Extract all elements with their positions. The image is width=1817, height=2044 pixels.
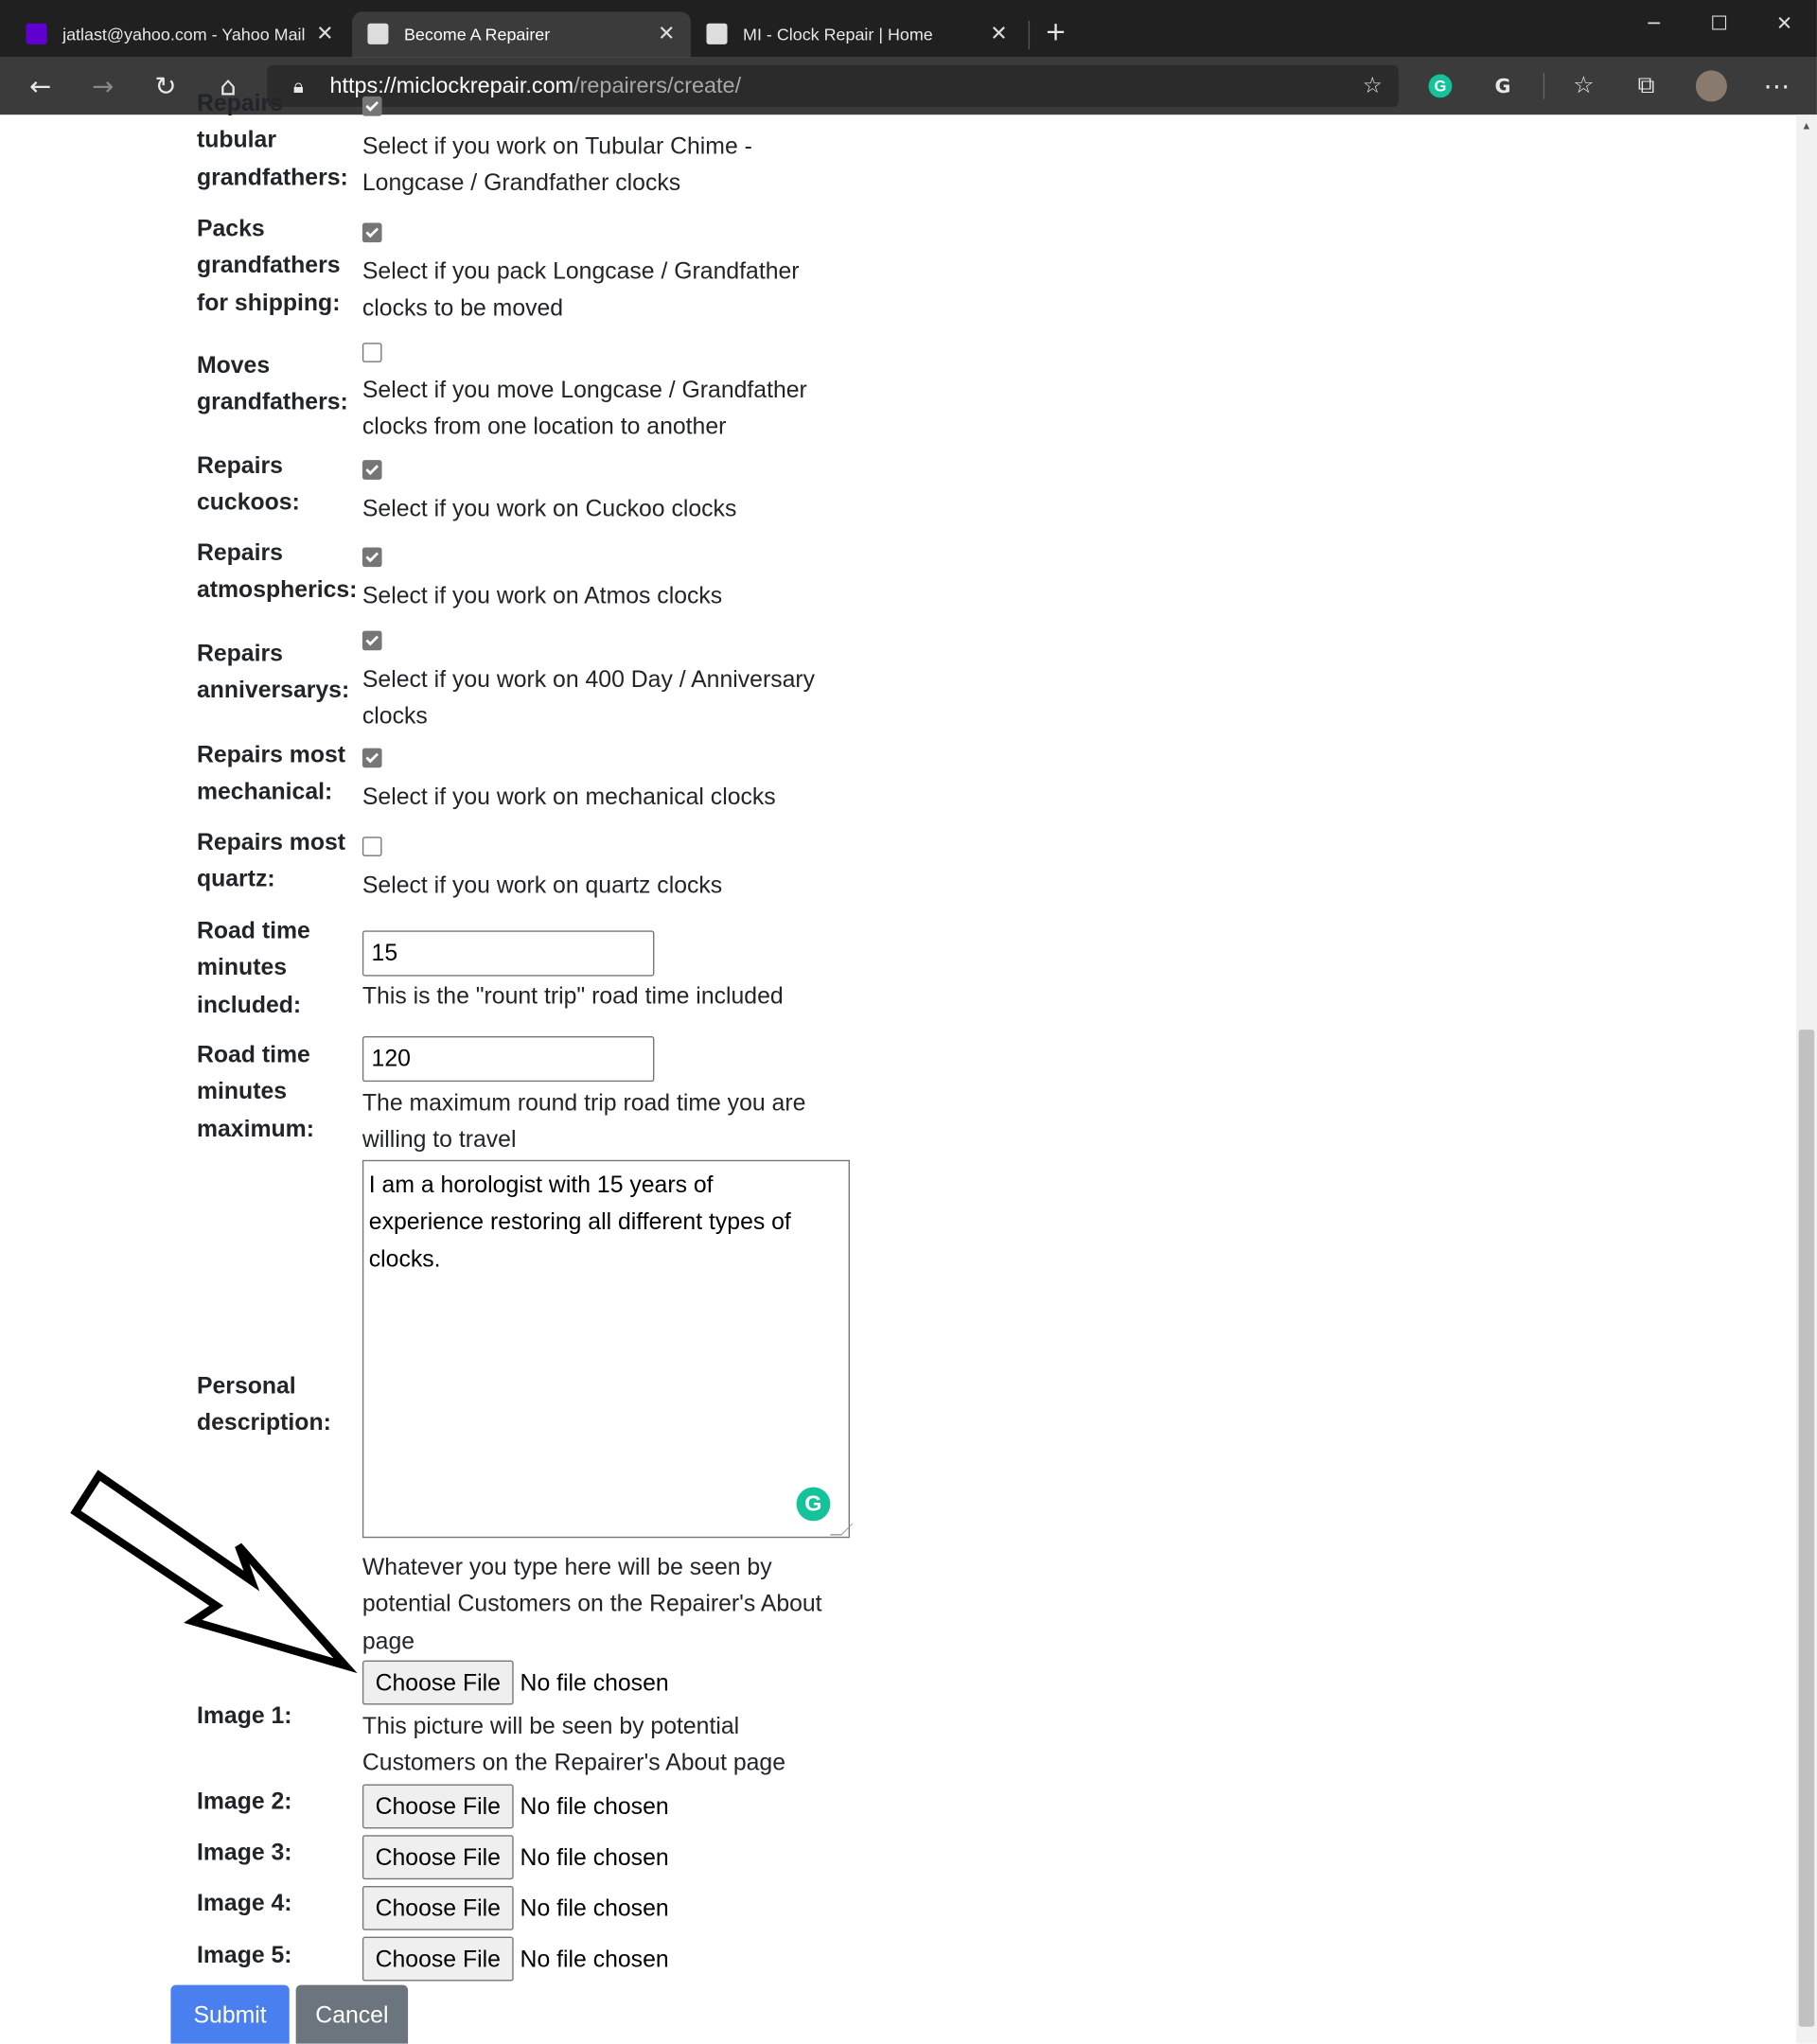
- scrollbar[interactable]: ▲: [1795, 115, 1817, 2044]
- annotation-arrow-icon: [70, 1470, 358, 1674]
- scroll-up-icon[interactable]: ▲: [1801, 120, 1811, 132]
- browser-window: jatlast@yahoo.com - Yahoo Mail ✕ Become …: [0, 0, 1817, 2044]
- scrollbar-thumb[interactable]: [1798, 1030, 1815, 2027]
